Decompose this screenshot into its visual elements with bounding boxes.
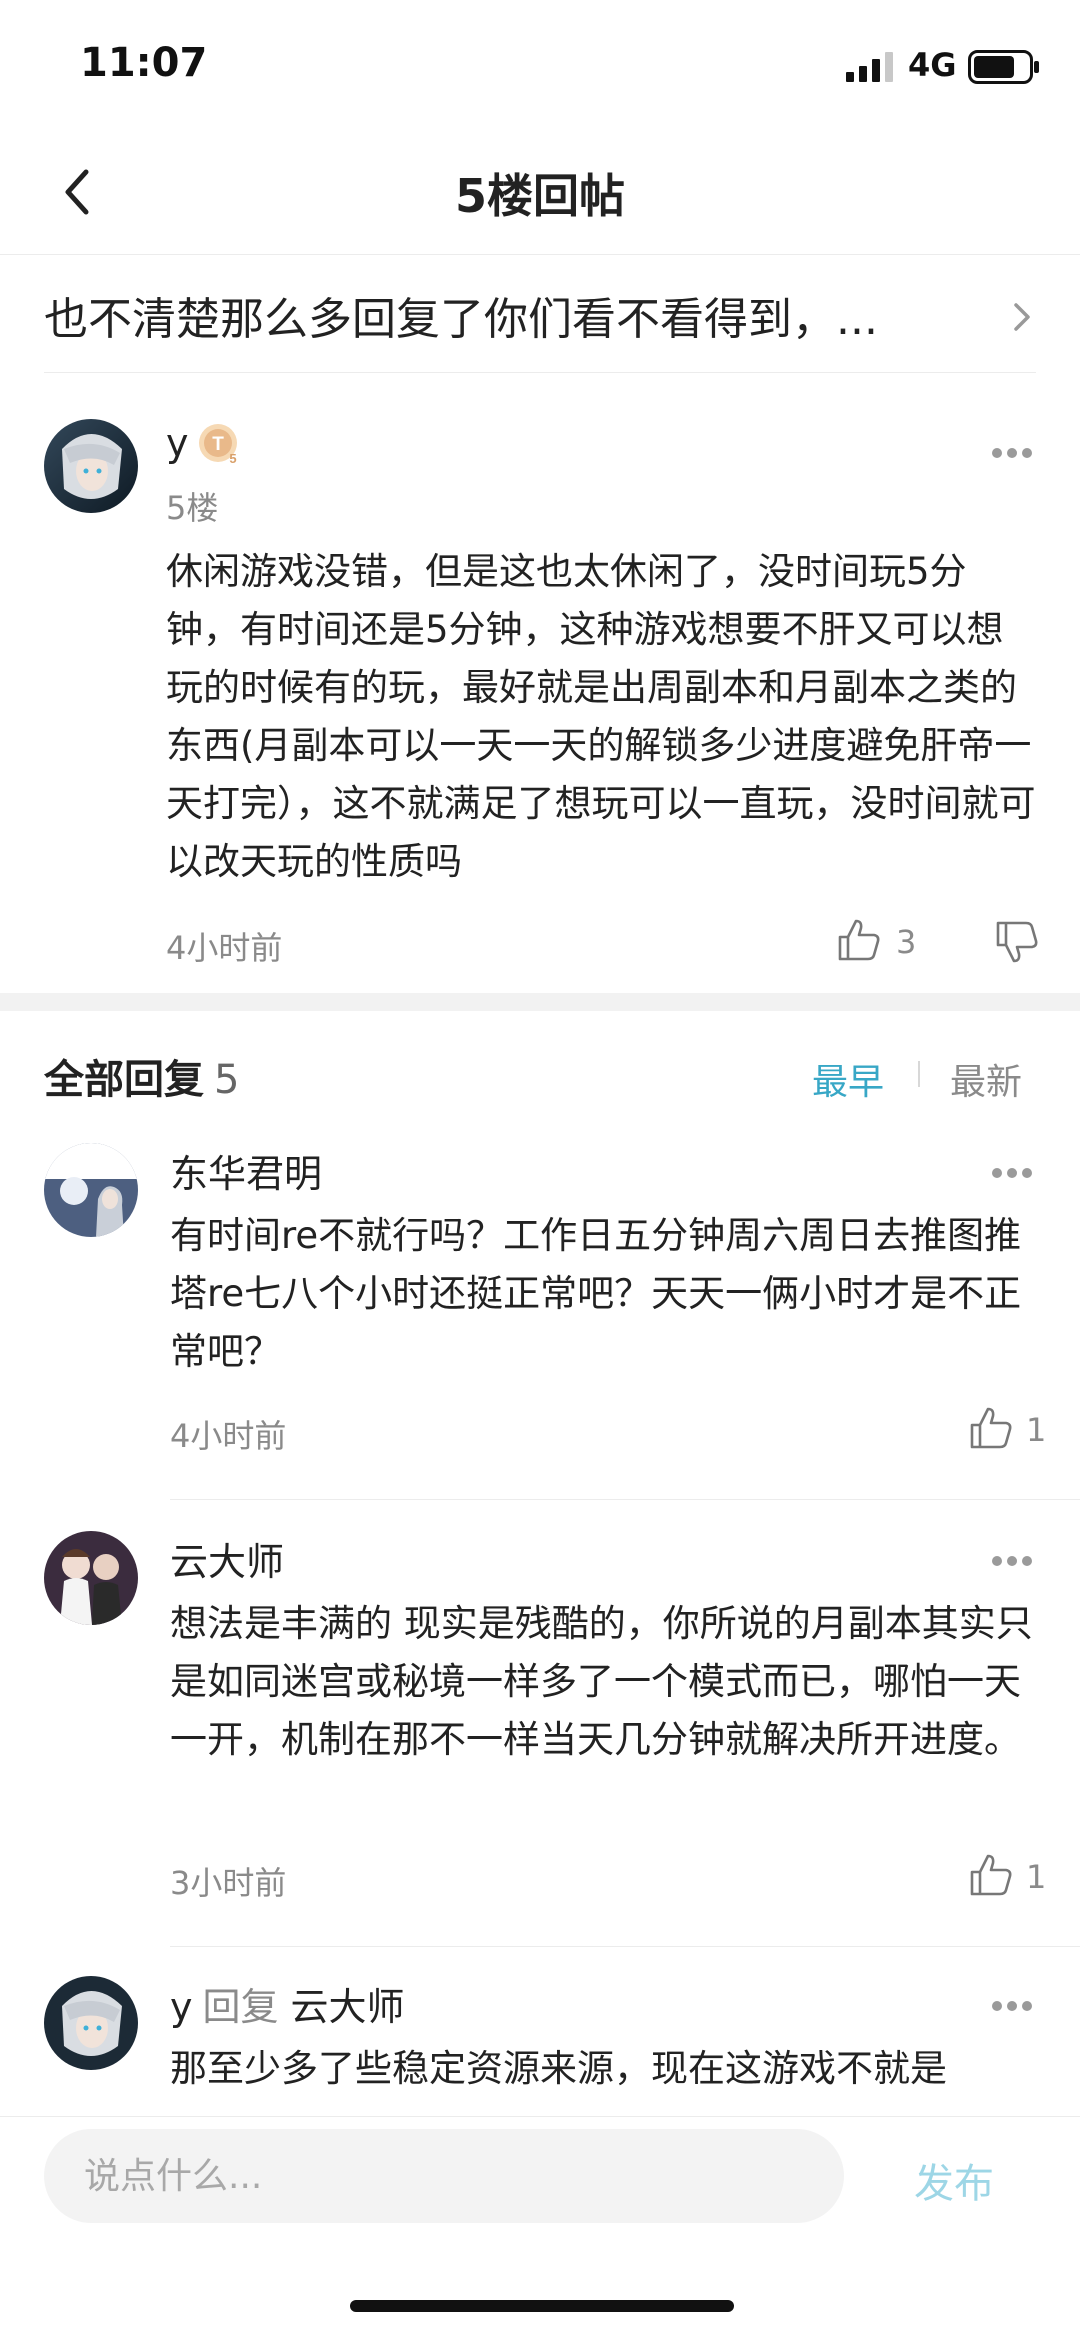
home-indicator (350, 2300, 734, 2312)
more-options-icon[interactable] (990, 1554, 1034, 1568)
post-content: 休闲游戏没错，但是这也太休闲了，没时间玩5分钟，有时间还是5分钟，这种游戏想要不… (166, 550, 1036, 883)
floor-post: y T 5 5楼 休闲游戏没错，但是这也太休闲了，没时间玩5分钟，有时间还是5分… (0, 373, 1080, 993)
signal-icon (846, 52, 893, 82)
floor-label: 5楼 (166, 489, 219, 527)
like-count: 3 (896, 923, 917, 961)
like-count: 1 (1026, 1411, 1047, 1449)
chevron-right-icon (1014, 303, 1030, 331)
avatar[interactable] (44, 1143, 138, 1237)
like-icon[interactable] (836, 917, 882, 963)
reply-username[interactable]: 云大师 (170, 1531, 284, 1586)
sort-newest-tab[interactable]: 最新 (950, 1053, 1022, 1105)
replies-title-text: 全部回复 (44, 1057, 204, 1103)
avatar[interactable] (44, 1976, 138, 2070)
replies-count: 5 (214, 1057, 240, 1103)
page-title: 5楼回帖 (454, 169, 625, 223)
reply-header: y 回复 云大师 (170, 1976, 405, 2031)
replies-header: 全部回复 5 最早 最新 (0, 1011, 1080, 1131)
original-post-link[interactable]: 也不清楚那么多回复了你们看不看得到，... (0, 255, 1080, 373)
timestamp: 3小时前 (170, 1864, 287, 1902)
divider (170, 1946, 1080, 1947)
reply-content: 那至少多了些稳定资源来源，现在这游戏不就是 (170, 2047, 947, 2090)
reply-content: 有时间re不就行吗？工作日五分钟周六周日去推图推塔re七八个小时还挺正常吧？天天… (170, 1214, 1022, 1373)
battery-icon (968, 50, 1039, 84)
svg-text:5: 5 (229, 451, 236, 466)
reply-to-username[interactable]: 云大师 (291, 1985, 405, 2029)
avatar[interactable] (44, 1531, 138, 1625)
status-bar: 11:07 4G (0, 0, 1080, 130)
dislike-icon[interactable] (994, 919, 1040, 965)
sort-earliest-tab[interactable]: 最早 (812, 1053, 884, 1105)
divider (170, 1499, 1080, 1500)
reply-content: 想法是丰满的 现实是残酷的，你所说的月副本其实只是如同迷宫或秘境一样多了一个模式… (170, 1602, 1033, 1761)
publish-button[interactable]: 发布 (914, 2151, 994, 2209)
replies-title: 全部回复 5 (44, 1047, 239, 1105)
section-divider (0, 993, 1080, 1011)
reply-item: y 回复 云大师 那至少多了些稳定资源来源，现在这游戏不就是 (0, 1976, 1080, 2116)
like-icon[interactable] (968, 1405, 1014, 1451)
reply-username[interactable]: 东华君明 (170, 1143, 322, 1198)
timestamp: 4小时前 (170, 1417, 287, 1455)
reply-item: 东华君明 有时间re不就行吗？工作日五分钟周六周日去推图推塔re七八个小时还挺正… (0, 1143, 1080, 1501)
reply-to-label: 回复 (202, 1985, 279, 2029)
comment-input[interactable] (44, 2129, 844, 2223)
network-type: 4G (908, 46, 957, 84)
like-icon[interactable] (968, 1852, 1014, 1898)
avatar-image (44, 1976, 138, 2070)
svg-text:T: T (212, 434, 224, 455)
avatar[interactable] (44, 419, 138, 513)
avatar-image (44, 1143, 138, 1237)
timestamp: 4小时前 (166, 929, 283, 967)
status-time: 11:07 (80, 40, 208, 86)
nav-bar: 5楼回帖 (0, 130, 1080, 255)
more-options-icon[interactable] (990, 1166, 1034, 1180)
level-badge-icon: T 5 (199, 424, 237, 466)
avatar-image (44, 419, 138, 513)
more-options-icon[interactable] (990, 1999, 1034, 2013)
reply-username[interactable]: y (170, 1985, 193, 2029)
sort-divider (918, 1061, 920, 1087)
username[interactable]: y (166, 421, 189, 465)
more-options-icon[interactable] (990, 446, 1034, 460)
avatar-image (44, 1531, 138, 1625)
like-count: 1 (1026, 1858, 1047, 1896)
post-title: 也不清楚那么多回复了你们看不看得到，... (44, 294, 878, 345)
reply-item: 云大师 想法是丰满的 现实是残酷的，你所说的月副本其实只是如同迷宫或秘境一样多了… (0, 1531, 1080, 1949)
